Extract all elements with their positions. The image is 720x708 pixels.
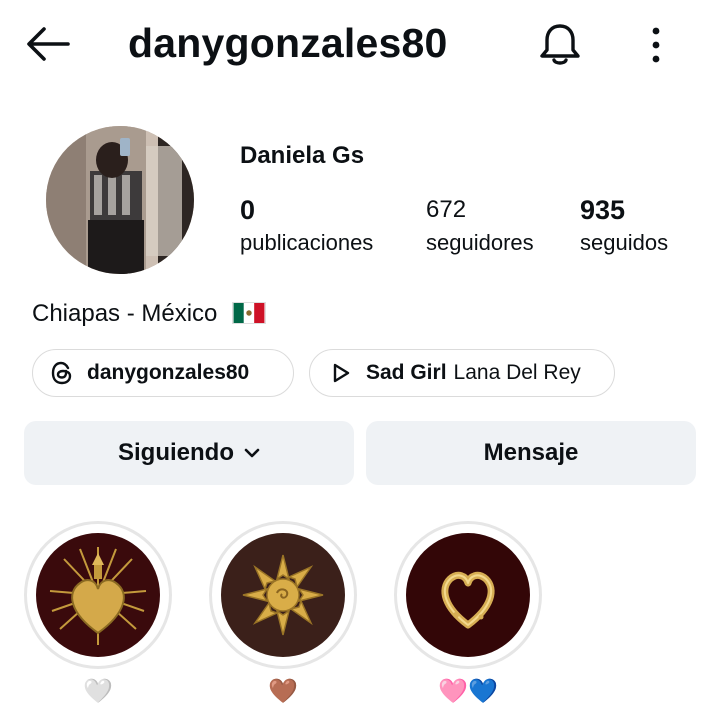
bell-icon [540,24,580,65]
more-vertical-icon [652,27,660,63]
following-button[interactable]: Siguiendo [24,421,354,485]
back-button[interactable] [20,22,76,66]
following-label: seguidos [580,230,669,255]
highlight-caption: 🤍 [83,678,113,705]
posts-count: 0 [240,195,256,225]
story-highlight[interactable]: 🤍 [24,521,172,707]
arrow-left-icon [27,27,70,61]
message-button[interactable]: Mensaje [366,421,696,485]
followers-label: seguidores [426,230,534,255]
threads-icon [49,360,75,386]
bio-location: Chiapas - México [32,300,267,328]
highlight-caption: 🤎 [268,678,298,705]
more-options-button[interactable] [636,20,676,70]
music-song-title: Sad Girl [366,361,447,384]
profile-avatar[interactable] [46,126,194,274]
message-button-label: Mensaje [483,439,579,466]
display-name: Daniela Gs [240,142,365,169]
sacred-heart-image [36,533,160,657]
following-button-label: Siguiendo [118,439,234,466]
threads-link[interactable]: danygonzales80 [32,349,294,397]
posts-label: publicaciones [240,230,374,255]
followers-count: 672 [426,196,467,223]
profile-music-link[interactable]: Sad Girl Lana Del Rey [309,349,615,397]
highlight-caption: 🩷💙 [438,678,498,705]
profile-username: danygonzales80 [128,20,448,66]
notifications-button[interactable] [534,18,586,70]
top-bar: danygonzales80 [0,0,720,92]
gold-sun-image [221,533,345,657]
highlight-ring [24,521,172,669]
following-stat[interactable]: 935 seguidos [580,194,668,260]
chevron-down-icon [244,448,260,458]
highlight-ring [394,521,542,669]
followers-stat[interactable]: 672 seguidores [426,194,534,260]
play-icon [328,360,354,386]
highlight-ring [209,521,357,669]
following-count: 935 [580,195,626,225]
mexico-flag-icon [232,302,267,324]
story-highlight[interactable]: 🤎 [209,521,357,707]
music-artist: Lana Del Rey [453,361,581,384]
bio-location-text: Chiapas - México [32,300,218,327]
story-highlight[interactable]: 🩷💙 [394,521,542,707]
threads-handle: danygonzales80 [87,361,250,384]
gold-heart-image [406,533,530,657]
posts-stat[interactable]: 0 publicaciones [240,194,373,260]
